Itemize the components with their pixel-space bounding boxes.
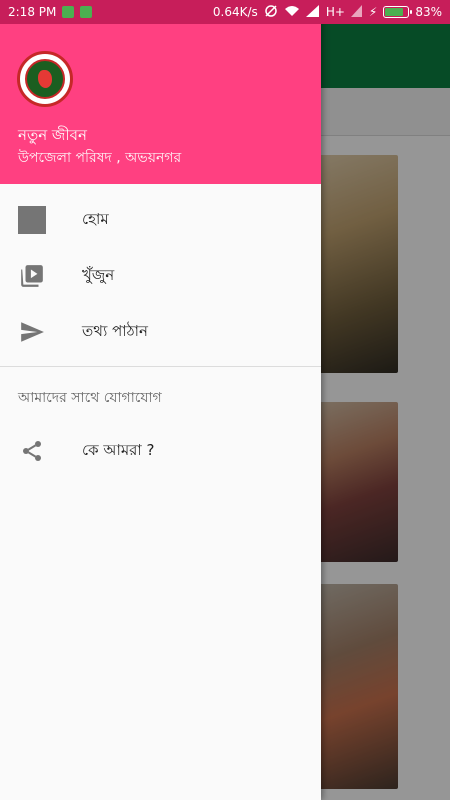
menu-item-send-info[interactable]: তথ্য পাঠান xyxy=(0,304,321,360)
menu-item-who-we-are[interactable]: কে আমরা ? xyxy=(0,423,321,479)
home-square-icon xyxy=(18,206,46,234)
drawer-menu: হোম খুঁজুন তথ্য পাঠান xyxy=(0,192,321,360)
drawer-subtitle: উপজেলা পরিষদ , অভয়নগর xyxy=(18,150,182,166)
menu-item-label: কে আমরা ? xyxy=(82,440,155,459)
menu-item-label: খুঁজুন xyxy=(82,265,115,284)
battery-percent: 83% xyxy=(415,5,442,19)
charging-icon: ⚡ xyxy=(368,5,378,19)
drawer-header: নতুন জীবন উপজেলা পরিষদ , অভয়নগর xyxy=(0,24,321,184)
battery-icon xyxy=(383,6,413,18)
notification-battery-icon xyxy=(80,6,93,18)
network-type: H+ xyxy=(325,5,345,19)
status-time: 2:18 PM xyxy=(8,5,57,19)
govt-seal-logo xyxy=(17,51,73,107)
video-library-icon xyxy=(18,262,46,290)
signal-icon xyxy=(350,5,363,19)
alarm-off-icon xyxy=(264,4,278,20)
menu-item-home[interactable]: হোম xyxy=(0,192,321,248)
share-icon xyxy=(18,437,46,465)
navigation-drawer: নতুন জীবন উপজেলা পরিষদ , অভয়নগর হোম খুঁ… xyxy=(0,0,321,800)
notification-app-icon xyxy=(62,6,75,18)
signal-icon xyxy=(305,5,320,19)
menu-item-search[interactable]: খুঁজুন xyxy=(0,248,321,304)
menu-item-label: হোম xyxy=(82,209,109,228)
menu-item-label: তথ্য পাঠান xyxy=(82,321,148,340)
status-bar: 2:18 PM 0.64K/s H+ ⚡ 83% xyxy=(0,0,450,24)
network-speed: 0.64K/s xyxy=(212,5,258,19)
send-icon xyxy=(18,318,46,346)
wifi-icon xyxy=(284,5,300,19)
drawer-divider xyxy=(0,366,321,367)
section-title-contact: আমাদের সাথে যোগাযোগ xyxy=(18,390,162,406)
drawer-contact-menu: কে আমরা ? xyxy=(0,423,321,479)
